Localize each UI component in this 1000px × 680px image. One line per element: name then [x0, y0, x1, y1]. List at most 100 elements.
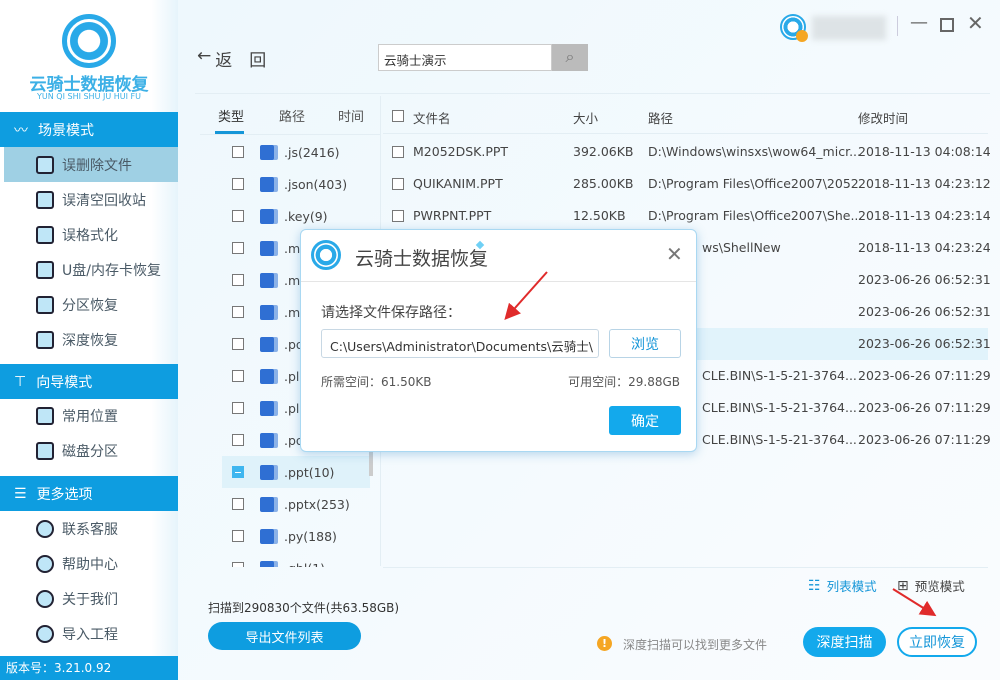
type-checkbox[interactable]: [232, 466, 244, 478]
sidebar-item-deep[interactable]: 深度恢复: [4, 322, 178, 357]
type-checkbox[interactable]: [232, 210, 244, 222]
sidebar-item-format[interactable]: 误格式化: [4, 217, 178, 252]
type-label: .m: [284, 305, 300, 320]
monitor-icon: 〰: [14, 120, 28, 140]
ok-button[interactable]: 确定: [609, 406, 681, 435]
close-button[interactable]: ✕: [967, 11, 984, 35]
sidebar-item-disk-partition[interactable]: 磁盘分区: [4, 433, 178, 468]
deep-scan-button[interactable]: 深度扫描: [803, 627, 886, 657]
type-checkbox[interactable]: [232, 562, 244, 567]
maximize-button[interactable]: [940, 18, 954, 32]
header-size[interactable]: 大小: [573, 108, 598, 127]
type-checkbox[interactable]: [232, 370, 244, 382]
header-path[interactable]: 路径: [648, 108, 673, 127]
type-label: .pl: [284, 369, 299, 384]
file-name: M2052DSK.PPT: [413, 144, 508, 159]
type-checkbox[interactable]: [232, 402, 244, 414]
save-path-dialog: 云骑士数据恢复 ✕ 请选择文件保存路径： C:\Users\Administra…: [300, 229, 697, 452]
type-item[interactable]: .key(9): [222, 200, 370, 232]
file-type-icon: [260, 177, 274, 192]
file-type-icon: [260, 305, 274, 320]
sidebar-item-usb[interactable]: U盘/内存卡恢复: [4, 252, 178, 287]
item-label: 误格式化: [62, 225, 118, 245]
sidebar-item-partition[interactable]: 分区恢复: [4, 287, 178, 322]
item-label: 常用位置: [62, 406, 118, 426]
save-path-input[interactable]: C:\Users\Administrator\Documents\云骑士\: [321, 329, 599, 358]
file-time: 2023-06-26 06:52:31: [858, 336, 991, 351]
type-item[interactable]: .py(188): [222, 520, 370, 552]
type-checkbox[interactable]: [232, 146, 244, 158]
item-label: 帮助中心: [62, 554, 118, 574]
type-checkbox[interactable]: [232, 498, 244, 510]
recover-now-button[interactable]: 立即恢复: [897, 627, 977, 657]
type-checkbox[interactable]: [232, 338, 244, 350]
type-checkbox[interactable]: [232, 434, 244, 446]
file-time: 2018-11-13 04:23:24: [858, 240, 991, 255]
browse-button[interactable]: 浏览: [609, 329, 681, 358]
minimize-button[interactable]: —: [910, 12, 928, 33]
file-path: CLE.BIN\S-1-5-21-3764...: [702, 368, 857, 383]
tab-time[interactable]: 时间: [338, 106, 364, 125]
type-checkbox[interactable]: [232, 530, 244, 542]
tab-path[interactable]: 路径: [279, 106, 305, 125]
disk-icon: [36, 442, 54, 460]
search-input[interactable]: 云骑士演示: [378, 44, 552, 71]
section-label: 更多选项: [37, 484, 93, 504]
table-row[interactable]: QUIKANIM.PPT285.00KBD:\Program Files\Off…: [383, 168, 988, 200]
import-icon: [36, 625, 54, 643]
type-item[interactable]: .js(2416): [222, 136, 370, 168]
grid-icon: ⊞: [897, 578, 909, 594]
phone-icon: [36, 520, 54, 538]
export-list-button[interactable]: 导出文件列表: [208, 622, 361, 650]
type-label: .js(2416): [284, 145, 340, 160]
sidebar-item-common-locations[interactable]: 常用位置: [4, 398, 178, 433]
type-item[interactable]: .qbl(1): [222, 552, 370, 567]
header-name[interactable]: 文件名: [413, 108, 451, 127]
section-more-options: ☰ 更多选项: [0, 476, 178, 511]
file-type-icon: [260, 497, 274, 512]
row-checkbox[interactable]: [392, 178, 404, 190]
sidebar-item-help[interactable]: 帮助中心: [4, 546, 178, 581]
file-type-icon: [260, 145, 274, 160]
app-logo: [62, 14, 116, 68]
type-checkbox[interactable]: [232, 178, 244, 190]
type-checkbox[interactable]: [232, 274, 244, 286]
sidebar-item-support[interactable]: 联系客服: [4, 511, 178, 546]
dialog-logo: [311, 240, 341, 270]
sidebar-item-import[interactable]: 导入工程: [4, 616, 178, 651]
label: 列表模式: [827, 576, 877, 595]
item-label: 分区恢复: [62, 295, 118, 315]
preview-mode-button[interactable]: ⊞预览模式: [897, 576, 965, 595]
header-time[interactable]: 修改时间: [858, 108, 908, 127]
type-checkbox[interactable]: [232, 306, 244, 318]
divider: [897, 16, 898, 36]
table-row[interactable]: M2052DSK.PPT392.06KBD:\Windows\winsxs\wo…: [383, 136, 988, 168]
file-time: 2023-06-26 07:11:29: [858, 368, 991, 383]
sidebar-item-deleted-files[interactable]: 误删除文件: [4, 147, 178, 182]
dialog-prompt: 请选择文件保存路径：: [321, 302, 461, 322]
row-checkbox[interactable]: [392, 146, 404, 158]
select-all-checkbox[interactable]: [392, 110, 404, 122]
sidebar-item-recycle-bin[interactable]: 误清空回收站: [4, 182, 178, 217]
file-type-icon: [260, 433, 274, 448]
type-label: .py(188): [284, 529, 337, 544]
arrow-left-icon: ←: [197, 46, 211, 71]
user-avatar[interactable]: [780, 14, 806, 40]
dialog-close-button[interactable]: ✕: [666, 242, 683, 266]
back-button[interactable]: ←返 回: [197, 46, 266, 71]
type-item[interactable]: .pptx(253): [222, 488, 370, 520]
tab-type[interactable]: 类型: [218, 106, 244, 125]
sidebar-item-about[interactable]: 关于我们: [4, 581, 178, 616]
search-icon: ⌕: [566, 47, 575, 66]
list-mode-button[interactable]: ☷列表模式: [808, 576, 877, 595]
menu-icon: ☰: [14, 486, 27, 502]
type-item[interactable]: .json(403): [222, 168, 370, 200]
type-checkbox[interactable]: [232, 242, 244, 254]
row-checkbox[interactable]: [392, 210, 404, 222]
type-label: .m: [284, 273, 300, 288]
search-button[interactable]: ⌕: [552, 44, 588, 71]
file-path: ws\ShellNew: [702, 240, 781, 255]
type-item[interactable]: .ppt(10): [222, 456, 370, 488]
username-blurred: [812, 16, 886, 40]
table-row[interactable]: PWRPNT.PPT12.50KBD:\Program Files\Office…: [383, 200, 988, 232]
